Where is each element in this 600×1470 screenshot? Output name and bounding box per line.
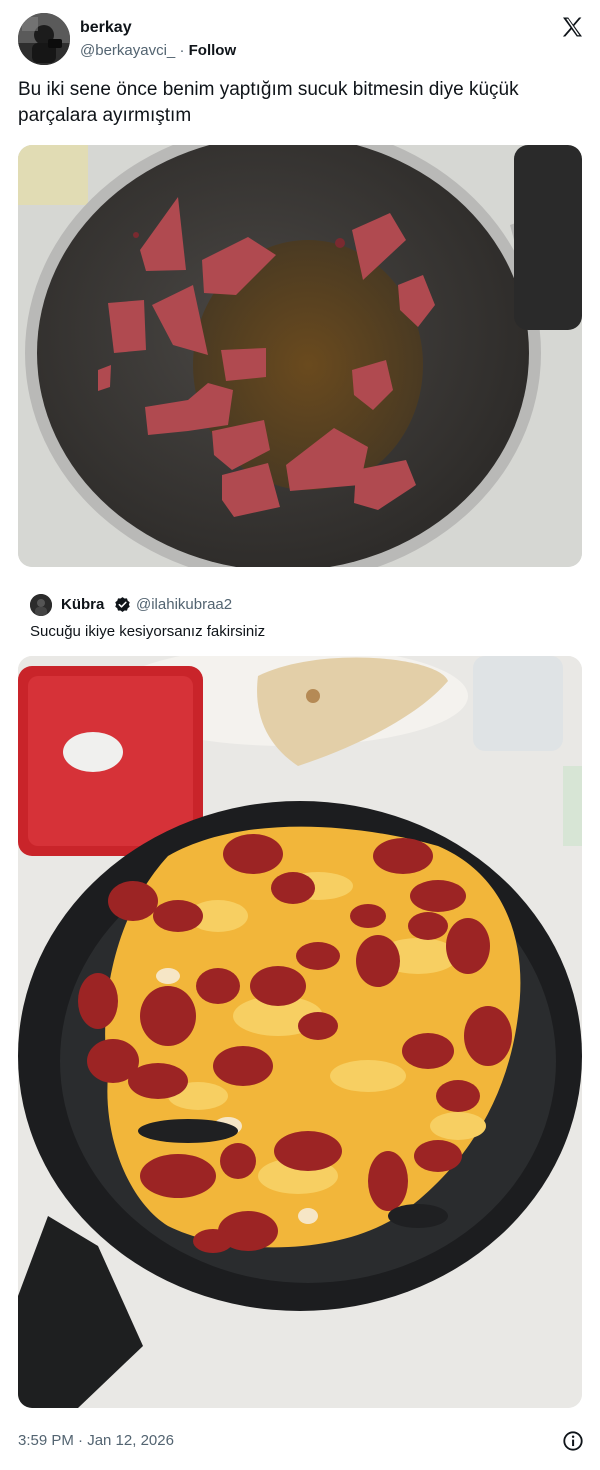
tweet-header: berkay @berkayavci_ · Follow bbox=[18, 13, 584, 65]
author-handle-row: @berkayavci_ · Follow bbox=[80, 42, 236, 59]
follow-button[interactable]: Follow bbox=[189, 42, 237, 59]
quoted-author-handle[interactable]: @ilahikubraa2 bbox=[136, 596, 232, 613]
author-handle[interactable]: @berkayavci_ bbox=[80, 42, 175, 59]
quoted-tweet-text: Sucuğu ikiye kesiyorsanız fakirsiniz bbox=[30, 623, 266, 640]
verified-badge-icon bbox=[114, 596, 131, 613]
x-logo-icon[interactable] bbox=[560, 15, 584, 39]
separator-dot: · bbox=[179, 42, 189, 59]
tweet-footer: 3:59 PM · Jan 12, 2026 bbox=[18, 1430, 584, 1452]
tweet-text: Bu iki sene önce benim yaptığım sucuk bi… bbox=[18, 79, 519, 126]
info-icon[interactable] bbox=[562, 1430, 584, 1452]
quoted-author-avatar[interactable] bbox=[30, 594, 52, 616]
quoted-author-name[interactable]: Kübra bbox=[61, 596, 104, 613]
tweet-timestamp[interactable]: 3:59 PM · Jan 12, 2026 bbox=[18, 1432, 174, 1449]
author-avatar[interactable] bbox=[18, 13, 70, 65]
author-name[interactable]: berkay bbox=[80, 19, 132, 37]
tweet-photo-sucuk-pan[interactable] bbox=[18, 145, 582, 567]
quoted-tweet-photo-sucuklu-yumurta[interactable] bbox=[18, 656, 582, 1408]
